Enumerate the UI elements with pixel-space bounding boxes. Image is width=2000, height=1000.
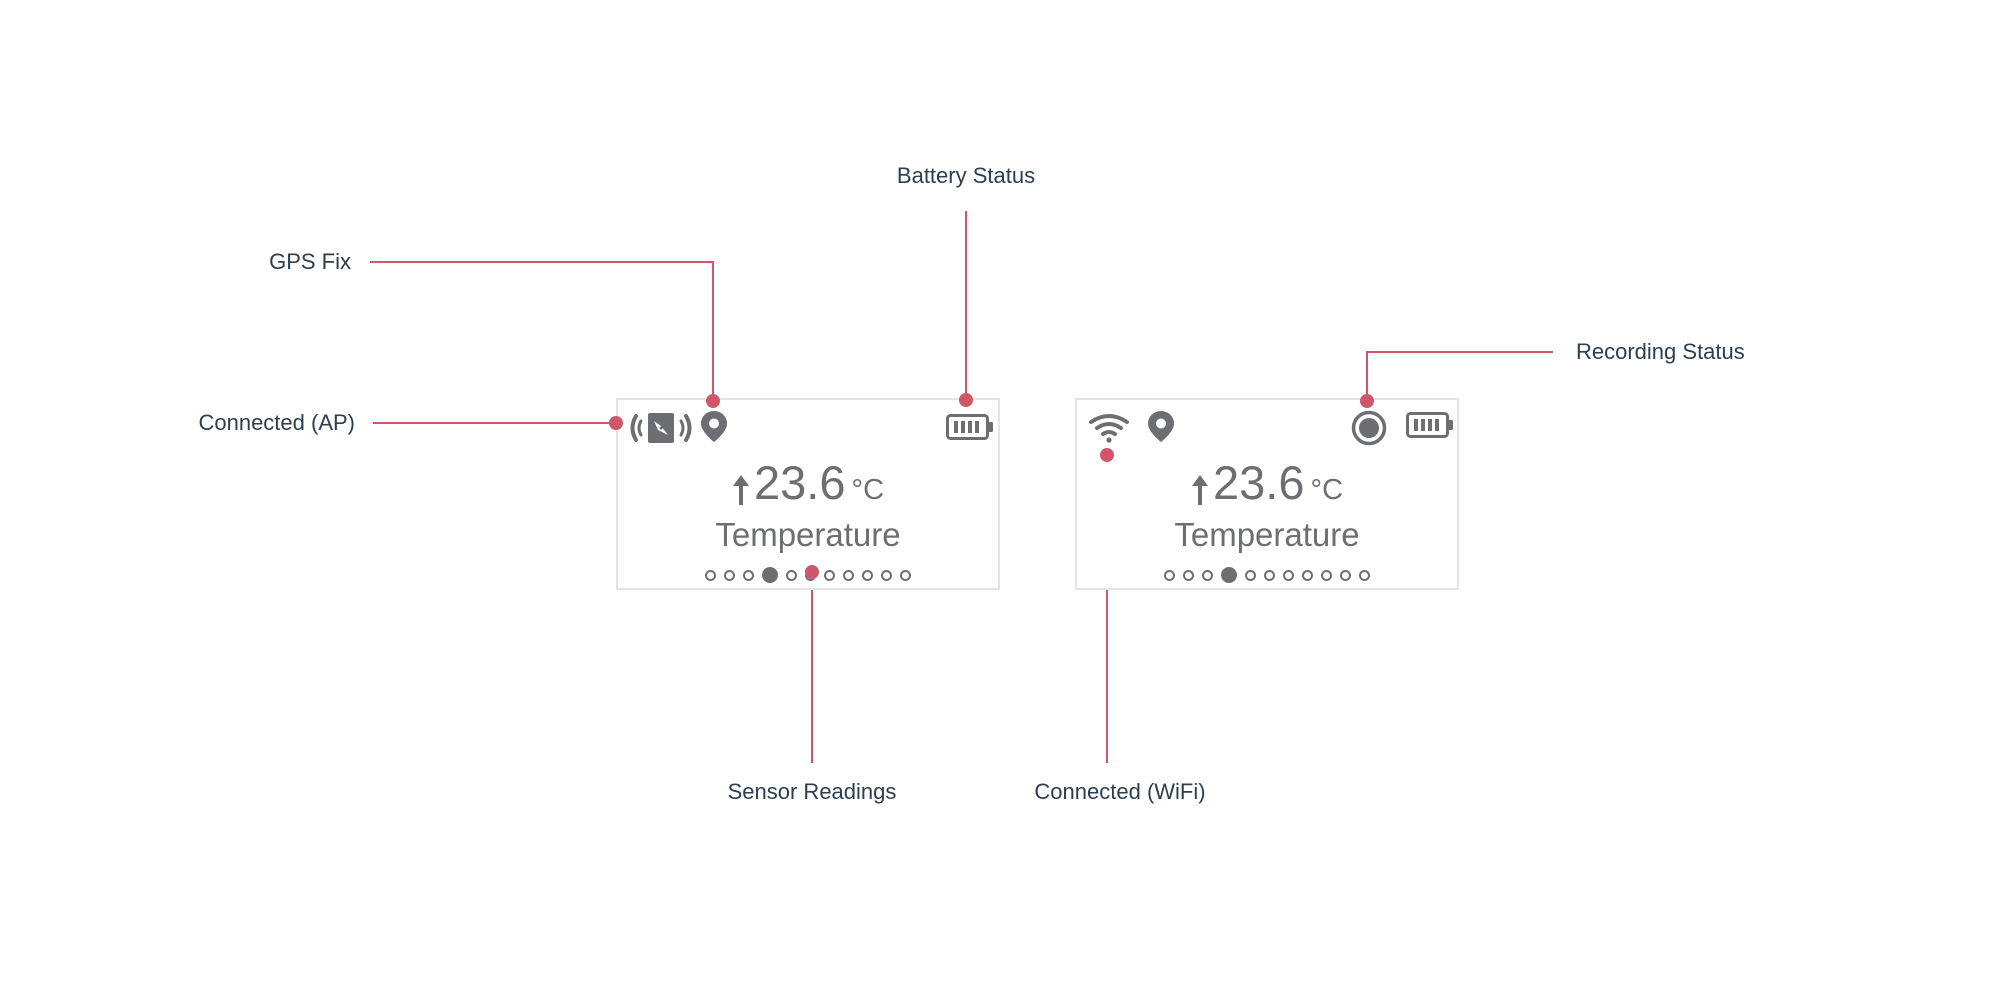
leader-battery-v xyxy=(965,211,967,400)
page-indicator xyxy=(1077,567,1457,583)
page-dot-active xyxy=(762,567,778,583)
battery-full-icon xyxy=(946,414,993,440)
page-dot xyxy=(1283,569,1294,581)
device-screen-wifi: 23.6 °C Temperature xyxy=(1075,398,1459,590)
page-dot xyxy=(743,569,754,581)
sensor-value-row: 23.6 °C xyxy=(1077,458,1457,508)
page-dot xyxy=(1202,569,1213,581)
location-pin-icon xyxy=(1148,411,1174,442)
page-dot xyxy=(843,569,854,581)
page-dot xyxy=(1302,569,1313,581)
page-dot xyxy=(1264,569,1275,581)
location-pin-icon xyxy=(701,411,727,442)
label-sensor-readings: Sensor Readings xyxy=(727,779,897,804)
leader-battery-dot xyxy=(959,393,973,407)
sensor-unit: °C xyxy=(1310,474,1344,506)
page-dot xyxy=(1245,569,1256,581)
page-dot xyxy=(724,569,735,581)
page-dot xyxy=(881,569,892,581)
leader-recording-dot xyxy=(1360,394,1374,408)
page-dot xyxy=(824,569,835,581)
sensor-value: 23.6 xyxy=(1212,456,1305,509)
leader-sensor-v xyxy=(811,572,813,763)
leader-recording-h xyxy=(1366,351,1553,353)
leader-connected-ap-dot xyxy=(609,416,623,430)
label-connected-wifi: Connected (WiFi) xyxy=(1034,779,1206,804)
page-dot xyxy=(1183,569,1194,581)
page-dot xyxy=(705,569,716,581)
sensor-name: Temperature xyxy=(715,516,901,553)
page-dot-active xyxy=(1221,567,1237,583)
access-point-icon xyxy=(630,413,692,443)
leader-connected-ap-h xyxy=(373,422,616,424)
sensor-unit: °C xyxy=(851,474,885,506)
up-arrow-icon xyxy=(732,475,749,505)
label-connected-ap: Connected (AP) xyxy=(198,410,355,435)
page-dot xyxy=(900,569,911,581)
recording-icon xyxy=(1351,410,1387,446)
device-screen-ap: 23.6 °C Temperature xyxy=(616,398,1000,590)
leader-gps-fix-v xyxy=(712,261,714,401)
page-dot xyxy=(1321,569,1332,581)
sensor-value: 23.6 xyxy=(753,456,846,509)
page-dot xyxy=(1164,569,1175,581)
sensor-value-row: 23.6 °C xyxy=(618,458,998,508)
page-dot xyxy=(1359,569,1370,581)
leader-sensor-dot xyxy=(805,565,819,579)
label-recording-status: Recording Status xyxy=(1576,339,1745,364)
leader-gps-fix-dot xyxy=(706,394,720,408)
label-gps-fix: GPS Fix xyxy=(269,249,351,274)
wifi-icon xyxy=(1089,414,1129,443)
page-dot xyxy=(1340,569,1351,581)
battery-full-icon xyxy=(1406,412,1453,438)
page-dot xyxy=(786,569,797,581)
page-dot xyxy=(862,569,873,581)
leader-wifi-dot xyxy=(1100,448,1114,462)
up-arrow-icon xyxy=(1191,475,1208,505)
label-battery-status: Battery Status xyxy=(896,163,1036,188)
leader-gps-fix-h xyxy=(370,261,714,263)
sensor-name: Temperature xyxy=(1174,516,1360,553)
